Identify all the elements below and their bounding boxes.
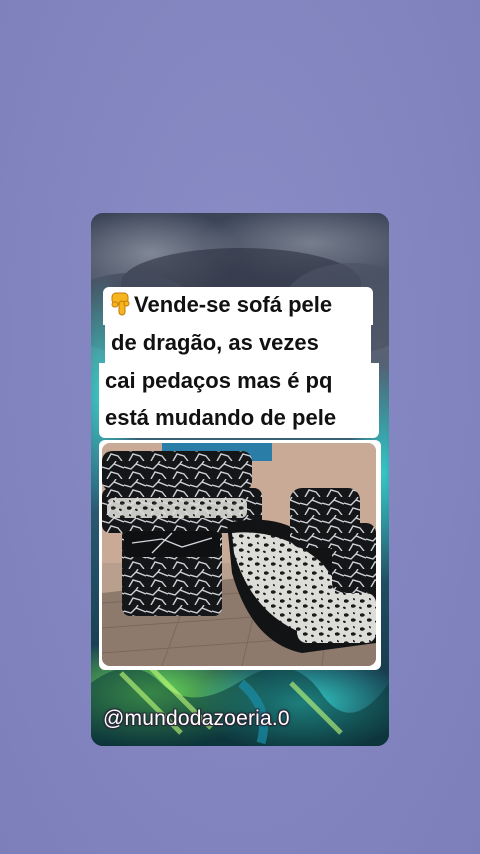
caption-line-1: Vende-se sofá pele [103,287,373,325]
post-caption: Vende-se sofá pele de dragão, as vezes c… [99,287,379,441]
watermark-username: @mundodazoeria.0 [103,707,290,730]
caption-line-3: cai pedaços mas é pq [99,363,379,401]
sofa-photo-illustration [102,443,376,666]
caption-line-2: de dragão, as vezes [105,325,371,363]
pointing-down-hand-icon [109,291,133,317]
post-photo-frame [99,440,381,670]
story-card[interactable]: Vende-se sofá pele de dragão, as vezes c… [91,213,389,746]
caption-line-4: está mudando de pele [99,400,379,438]
post-photo[interactable] [102,443,376,666]
